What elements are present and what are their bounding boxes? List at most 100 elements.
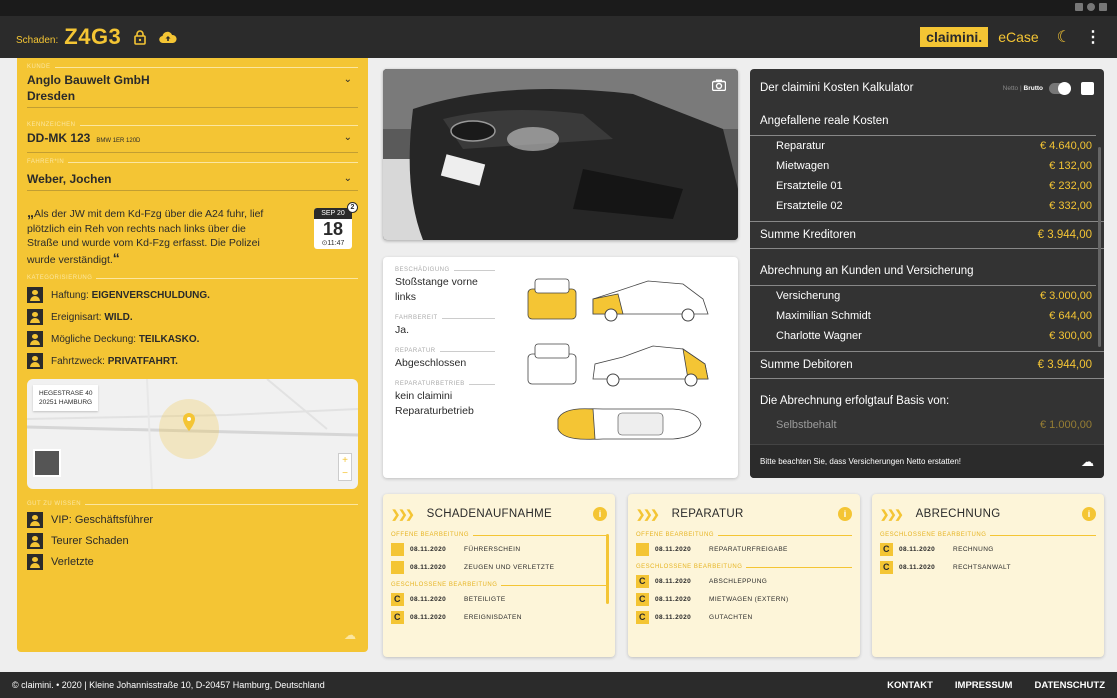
camera-icon[interactable] [711, 79, 727, 94]
calendar-month: SEP 20 [314, 208, 352, 219]
workflow-item[interactable]: C 08.11.2020 RECHNUNG [880, 543, 1096, 556]
workflow-item-date: 08.11.2020 [655, 596, 692, 603]
kunde-select[interactable]: Anglo Bauwelt GmbH Dresden ⌄ [27, 72, 358, 104]
person-icon [27, 512, 43, 528]
copyright-text: © claimini. • 2020 | Kleine Johannisstra… [12, 680, 325, 690]
good-to-know-text: VIP: Geschäftsführer [51, 514, 154, 526]
workflow-item-text: ABSCHLEPPUNG [709, 578, 768, 585]
zoom-in-button[interactable]: + [339, 454, 351, 467]
workflow-item[interactable]: C 08.11.2020 EREIGNISDATEN [391, 611, 607, 624]
calculator-scrollbar[interactable] [1098, 147, 1101, 347]
cloud-upload-icon[interactable]: ☁ [344, 628, 356, 642]
workflow-item[interactable]: 08.11.2020 REPARATURFREIGABE [636, 543, 852, 556]
completed-icon: C [880, 561, 893, 574]
cost-row: Maximilian Schmidt € 644,00 [750, 306, 1104, 326]
workflow-item-text: MIETWAGEN (EXTERN) [709, 596, 789, 603]
workflow-item-text: GUTACHTEN [709, 614, 753, 621]
window-close-icon[interactable] [1099, 3, 1107, 11]
cost-value: € 300,00 [1049, 330, 1092, 342]
basis-list: Selbstbehalt € 1.000,00 [750, 415, 1104, 435]
workflow-item[interactable]: C 08.11.2020 ABSCHLEPPUNG [636, 575, 852, 588]
cost-row: Ersatzteile 01 € 232,00 [750, 176, 1104, 196]
workflow-item-date: 08.11.2020 [410, 564, 447, 571]
person-icon [27, 533, 43, 549]
info-icon[interactable]: i [1082, 507, 1096, 521]
map-address-card: HEGESTRASE 40 20251 HAMBURG [33, 385, 99, 411]
product-name: eCase [998, 29, 1039, 45]
workflow-item-text: RECHTSANWALT [953, 564, 1011, 571]
window-maximize-icon[interactable] [1087, 3, 1095, 11]
kontakt-link[interactable]: KONTAKT [887, 680, 933, 691]
workflow-item[interactable]: C 08.11.2020 BETEILIGTE [391, 593, 607, 606]
workflow-item-date: 08.11.2020 [899, 546, 936, 553]
category-key: Fahrtzweck: [51, 355, 105, 367]
more-menu-icon[interactable]: ⋮ [1085, 27, 1101, 47]
map-zoom-control: + − [338, 453, 352, 481]
billing-heading: Abrechnung an Kunden und Versicherung [750, 257, 1096, 286]
chevrons-right-icon: ❯❯❯ [880, 508, 904, 521]
chevron-down-icon[interactable]: ⌄ [344, 173, 352, 184]
workflow-group-label: GESCHLOSSENE BEARBEITUNG [636, 564, 852, 570]
workflow-item[interactable]: C 08.11.2020 RECHTSANWALT [880, 561, 1096, 574]
satellite-thumbnail[interactable] [33, 449, 61, 477]
vehicle-photo[interactable] [383, 69, 738, 240]
divider [27, 190, 358, 191]
fahrer-select[interactable]: Weber, Jochen ⌄ [27, 171, 358, 187]
workflow-card-schadenaufnahme[interactable]: ❯❯❯ SCHADENAUFNAHME i OFFENE BEARBEITUNG 08.… [383, 494, 615, 657]
datenschutz-link[interactable]: DATENSCHUTZ [1034, 680, 1105, 691]
category-text: Mögliche Deckung: TEILKASKO. [51, 334, 199, 345]
lock-icon[interactable] [133, 29, 147, 45]
chevron-down-icon[interactable]: ⌄ [344, 74, 352, 85]
incident-date-calendar[interactable]: 2 SEP 20 18 ⊙11:47 [314, 202, 358, 249]
workflow-item[interactable]: C 08.11.2020 GUTACHTEN [636, 611, 852, 624]
location-map[interactable]: HEGESTRASE 40 20251 HAMBURG + − [27, 379, 358, 489]
good-to-know-item: Teurer Schaden [27, 533, 358, 549]
completed-icon: C [391, 611, 404, 624]
cost-value: € 4.640,00 [1040, 140, 1092, 152]
netto-brutto-toggle[interactable] [1049, 81, 1071, 95]
workflow-item[interactable]: 08.11.2020 FÜHRERSCHEIN [391, 543, 607, 556]
workflow-group-label: OFFENE BEARBEITUNG [636, 532, 852, 538]
chevron-down-icon[interactable]: ⌄ [344, 132, 352, 143]
cost-value: € 232,00 [1049, 180, 1092, 192]
window-minimize-icon[interactable] [1075, 3, 1083, 11]
zoom-out-button[interactable]: − [339, 467, 351, 480]
workflow-item-text: EREIGNISDATEN [464, 614, 522, 621]
person-icon [27, 287, 43, 303]
cloud-upload-icon[interactable] [159, 31, 177, 44]
chart-icon[interactable] [1081, 81, 1094, 95]
info-icon[interactable]: i [593, 507, 607, 521]
workflow-scrollbar[interactable] [606, 534, 609, 604]
completed-icon: C [636, 575, 649, 588]
sum-value: € 3.944,00 [1037, 359, 1092, 371]
calculator-body[interactable]: Angefallene reale Kosten Reparatur € 4.64… [750, 107, 1104, 444]
cloud-download-icon[interactable]: ☁ [1081, 454, 1094, 470]
workflow-card-abrechnung[interactable]: ❯❯❯ ABRECHNUNG i GESCHLOSSENE BEARBEITUNG C 0… [872, 494, 1104, 657]
damage-details-card: BESCHÄDIGUNG Stoßstange vorne links FAHRBE… [383, 257, 738, 478]
quote-open-mark: „ [27, 204, 34, 220]
workflow-item-date: 08.11.2020 [410, 614, 447, 621]
impressum-link[interactable]: IMPRESSUM [955, 680, 1013, 691]
workflow-title: ABRECHNUNG [915, 508, 1001, 520]
kennzeichen-select[interactable]: DD-MK 123 BMW 1ER 120D ⌄ [27, 130, 358, 149]
workflow-item[interactable]: C 08.11.2020 MIETWAGEN (EXTERN) [636, 593, 852, 606]
dark-mode-icon[interactable]: ☾ [1057, 27, 1071, 47]
completed-icon: C [636, 611, 649, 624]
good-to-know-item: Verletzte [27, 554, 358, 570]
person-icon [27, 353, 43, 369]
cost-label: Charlotte Wagner [776, 330, 862, 342]
category-value: WILD. [104, 311, 133, 323]
workflow-item[interactable]: 08.11.2020 ZEUGEN UND VERLETZTE [391, 561, 607, 574]
workflow-card-reparatur[interactable]: ❯❯❯ REPARATUR i OFFENE BEARBEITUNG 08.11.202… [628, 494, 860, 657]
cost-label: Mietwagen [776, 160, 830, 172]
case-id: Z4G3 [64, 24, 122, 49]
case-label: Schaden: [16, 34, 59, 46]
person-icon [27, 554, 43, 570]
netto-brutto-label: Netto | Brutto [1002, 84, 1043, 92]
car-photo-image [383, 69, 738, 240]
footnote-text: Bitte beachten Sie, dass Versicherungen … [760, 457, 962, 466]
info-icon[interactable]: i [838, 507, 852, 521]
address-street: HEGESTRASE 40 [39, 390, 93, 397]
good-to-know-list: VIP: Geschäftsführer Teurer Schaden Verlet… [27, 512, 358, 570]
kunde-city: Dresden [27, 89, 76, 103]
